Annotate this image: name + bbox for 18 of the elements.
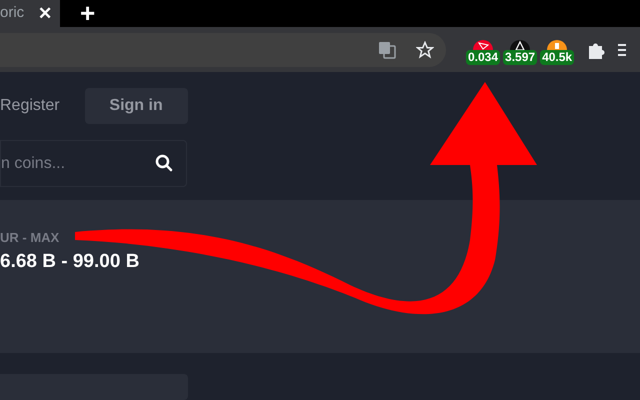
price-badge[interactable]: 3.597 [503,50,538,65]
translate-icon[interactable] [378,40,396,58]
search-icon[interactable] [155,154,173,172]
browser-tab[interactable]: oric ✕ [0,0,60,27]
sign-in-button[interactable]: Sign in [84,88,188,124]
coin-logo-icon [547,40,568,50]
card-value: 6.68 B - 99.00 B [0,250,140,274]
menu-icon[interactable] [618,42,626,58]
close-icon[interactable]: ✕ [38,0,52,26]
triangle-logo-icon [473,40,494,50]
search-field[interactable]: n coins... [0,140,187,187]
tab-title: oric [0,3,24,24]
new-tab-button[interactable]: + [80,0,96,27]
price-badge[interactable]: 40.5k [540,50,574,65]
card-label: UR - MAX [0,229,60,247]
star-icon[interactable] [416,40,434,58]
price-badge[interactable]: 0.034 [466,50,500,65]
register-link[interactable]: Register [0,94,60,118]
